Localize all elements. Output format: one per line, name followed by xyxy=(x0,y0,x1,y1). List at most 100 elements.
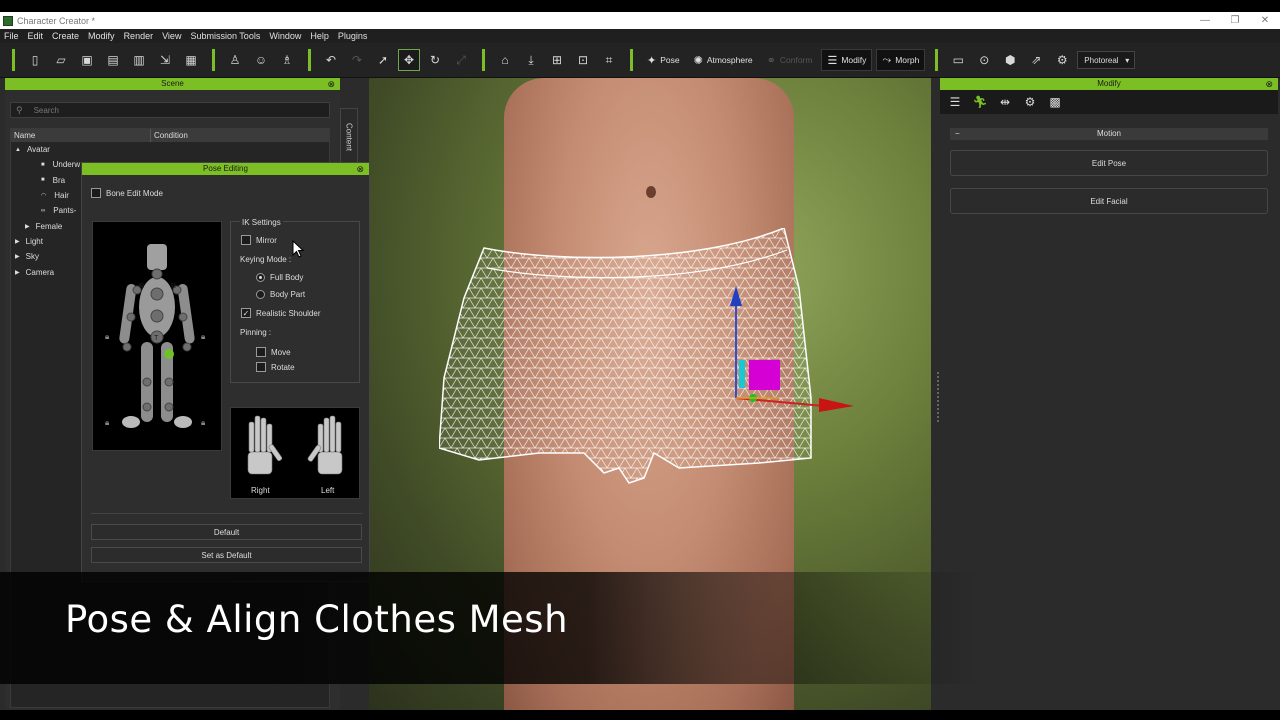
menu-help[interactable]: Help xyxy=(310,31,329,41)
scene-search-input[interactable]: ⚲ Search xyxy=(10,102,330,118)
motion-section-header[interactable]: − Motion xyxy=(950,128,1268,140)
tree-node-icon[interactable]: ■ xyxy=(41,177,45,183)
close-dialog-icon[interactable]: ⊗ xyxy=(356,163,364,175)
body-picker[interactable]: R R T 🔒︎ 🔒︎ 🔒︎ 🔒︎ xyxy=(92,221,222,451)
sliders-tab-icon[interactable]: ☰ xyxy=(944,92,966,112)
close-panel-icon[interactable]: ⊗ xyxy=(1265,78,1273,90)
tree-node-icon[interactable]: ▲ xyxy=(15,147,21,153)
open-folder-icon[interactable]: ▱ xyxy=(50,49,72,71)
bone-edit-mode-checkbox[interactable] xyxy=(91,188,101,198)
checker-tab-icon[interactable]: ▩ xyxy=(1044,92,1066,112)
pose-figure-icon[interactable]: ♗ xyxy=(276,49,298,71)
fit-view-icon[interactable]: ⊡ xyxy=(572,49,594,71)
tree-node-icon[interactable]: ◠ xyxy=(41,192,46,199)
hand-picker[interactable]: Right Left xyxy=(230,407,360,499)
tree-node-icon[interactable]: ■ xyxy=(41,162,45,168)
menu-create[interactable]: Create xyxy=(52,31,79,41)
conform-button[interactable]: ⚭ Conform xyxy=(762,49,818,71)
edit-pose-button[interactable]: Edit Pose xyxy=(950,150,1268,176)
motion-tab-icon[interactable]: 🏃︎ xyxy=(969,92,991,112)
material-sphere-icon[interactable]: ⬢ xyxy=(999,49,1021,71)
move-gizmo[interactable] xyxy=(729,278,859,418)
menu-plugins[interactable]: Plugins xyxy=(338,31,368,41)
attribute-tab-icon[interactable]: ⚙ xyxy=(1019,92,1041,112)
pin-rotate-checkbox[interactable] xyxy=(256,362,266,372)
render-settings-icon[interactable]: ⚙ xyxy=(1051,49,1073,71)
import-icon[interactable]: ⇲ xyxy=(154,49,176,71)
export-icon[interactable]: ▥ xyxy=(128,49,150,71)
modify-panel-title: Modify xyxy=(1097,79,1121,88)
gizmo-z-arrow[interactable] xyxy=(730,286,742,306)
body-part-option[interactable]: Body Part xyxy=(256,290,305,299)
close-button[interactable]: ✕ xyxy=(1250,12,1280,29)
set-as-default-button[interactable]: Set as Default xyxy=(91,547,362,563)
frame-selected-icon[interactable]: ⊞ xyxy=(546,49,568,71)
modify-button[interactable]: ☰ Modify xyxy=(821,49,873,71)
camera-frame-icon[interactable]: ⌗ xyxy=(598,49,620,71)
scale-icon[interactable]: ⤢ xyxy=(450,49,472,71)
body-part-radio[interactable] xyxy=(256,290,265,299)
scene-tree-row[interactable]: ▲ Avatar xyxy=(11,142,329,157)
atmosphere-button[interactable]: ✺ Atmosphere xyxy=(689,49,758,71)
home-camera-icon[interactable]: ⌂ xyxy=(494,49,516,71)
toolbar-separator xyxy=(212,49,215,71)
mirror-checkbox[interactable] xyxy=(241,235,251,245)
rotate-icon[interactable]: ↻ xyxy=(424,49,446,71)
tree-node-icon[interactable]: ▶ xyxy=(25,223,30,230)
pin-move-checkbox[interactable] xyxy=(256,347,266,357)
content-tab[interactable]: Content xyxy=(340,108,358,166)
project-settings-icon[interactable]: ▦ xyxy=(180,49,202,71)
menu-window[interactable]: Window xyxy=(269,31,301,41)
transform-tab-icon[interactable]: ⇹ xyxy=(994,92,1016,112)
realistic-shoulder-option[interactable]: ✓ Realistic Shoulder xyxy=(241,308,320,318)
head-icon[interactable]: ☺ xyxy=(250,49,272,71)
character-icon[interactable]: ♙ xyxy=(224,49,246,71)
realistic-shoulder-checkbox[interactable]: ✓ xyxy=(241,308,251,318)
bone-edit-mode-option[interactable]: Bone Edit Mode xyxy=(91,188,163,198)
gizmo-side-handle[interactable] xyxy=(739,360,745,388)
tree-node-icon[interactable]: ∞ xyxy=(41,208,45,214)
full-body-radio[interactable] xyxy=(256,273,265,282)
select-arrow-icon[interactable]: ➚ xyxy=(372,49,394,71)
menu-render[interactable]: Render xyxy=(124,31,154,41)
pin-move-option[interactable]: Move xyxy=(256,347,291,357)
close-panel-icon[interactable]: ⊗ xyxy=(327,78,335,90)
render-window-icon[interactable]: ▭ xyxy=(947,49,969,71)
new-file-icon[interactable]: ▯ xyxy=(24,49,46,71)
menu-submission-tools[interactable]: Submission Tools xyxy=(190,31,260,41)
gizmo-x-arrow[interactable] xyxy=(819,398,854,412)
restore-button[interactable]: ❐ xyxy=(1220,12,1250,29)
save-as-icon[interactable]: ▤ xyxy=(102,49,124,71)
tree-node-icon[interactable]: ▶ xyxy=(15,253,20,260)
tree-node-icon[interactable]: ▶ xyxy=(15,269,20,276)
morph-button[interactable]: ⤳ Morph xyxy=(876,49,926,71)
pose-button[interactable]: ✦ Pose xyxy=(642,49,685,71)
drop-to-floor-icon[interactable]: ⤓ xyxy=(520,49,542,71)
hands-icon[interactable] xyxy=(231,408,359,482)
edit-facial-button[interactable]: Edit Facial xyxy=(950,188,1268,214)
menu-view[interactable]: View xyxy=(162,31,181,41)
move-gizmo-icon[interactable]: ✥ xyxy=(398,49,420,71)
panel-resize-grip[interactable] xyxy=(937,372,939,422)
render-mode-dropdown[interactable]: Photoreal ▾ xyxy=(1077,51,1136,69)
menu-modify[interactable]: Modify xyxy=(88,31,115,41)
undo-icon[interactable]: ↶ xyxy=(320,49,342,71)
save-icon[interactable]: ▣ xyxy=(76,49,98,71)
menu-file[interactable]: File xyxy=(4,31,19,41)
redo-icon[interactable]: ↷ xyxy=(346,49,368,71)
full-body-option[interactable]: Full Body xyxy=(256,273,303,282)
tree-node-icon[interactable]: ▶ xyxy=(15,238,20,245)
zoom-search-icon[interactable]: ⊙ xyxy=(973,49,995,71)
column-condition[interactable]: Condition xyxy=(151,129,188,142)
collapse-icon[interactable]: − xyxy=(955,128,960,140)
body-figure-icon[interactable]: R R T 🔒︎ 🔒︎ 🔒︎ 🔒︎ xyxy=(93,222,221,450)
mirror-option[interactable]: Mirror xyxy=(241,235,277,245)
scene-panel-title: Scene xyxy=(161,79,184,88)
column-name[interactable]: Name xyxy=(11,129,151,142)
minimize-button[interactable]: — xyxy=(1190,12,1220,29)
gizmo-plane-handle[interactable] xyxy=(749,360,780,390)
export-scene-icon[interactable]: ⇗ xyxy=(1025,49,1047,71)
default-button[interactable]: Default xyxy=(91,524,362,540)
pin-rotate-option[interactable]: Rotate xyxy=(256,362,295,372)
menu-edit[interactable]: Edit xyxy=(28,31,44,41)
